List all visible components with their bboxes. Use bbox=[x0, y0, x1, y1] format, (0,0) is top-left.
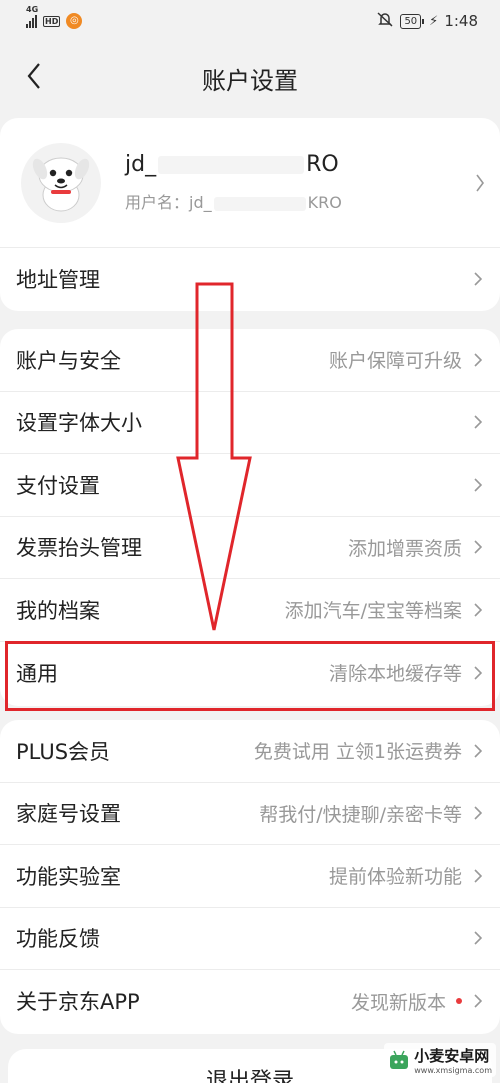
user-name: jd_ RO bbox=[125, 152, 342, 177]
row-label: PLUS会员 bbox=[16, 739, 111, 764]
row-label: 发票抬头管理 bbox=[16, 536, 142, 561]
row-label: 通用 bbox=[16, 661, 58, 686]
row-label: 功能反馈 bbox=[16, 927, 100, 952]
more-card: PLUS会员 免费试用 立领1张运费券 家庭号设置 帮我付/快捷聊/亲密卡等 功… bbox=[0, 720, 500, 1034]
chevron-right-icon bbox=[472, 537, 484, 557]
jd-mascot-icon bbox=[32, 157, 90, 211]
status-left: 4G HD ◎ bbox=[26, 5, 83, 29]
row-label: 地址管理 bbox=[16, 268, 100, 293]
row-right bbox=[472, 269, 484, 289]
status-bar: 4G HD ◎ 50 ⚡ 1:48 bbox=[0, 0, 500, 42]
new-version-dot-icon bbox=[456, 998, 462, 1005]
chevron-right-icon bbox=[472, 269, 484, 289]
row-right bbox=[472, 412, 484, 432]
charging-icon: ⚡ bbox=[429, 13, 439, 29]
payment-settings-row[interactable]: 支付设置 bbox=[0, 454, 500, 517]
row-right: 发现新版本 bbox=[351, 988, 484, 1015]
account-security-row[interactable]: 账户与安全 账户保障可升级 bbox=[0, 329, 500, 392]
row-label: 功能实验室 bbox=[16, 864, 121, 889]
user-name-suffix: RO bbox=[306, 152, 339, 177]
invoice-title-row[interactable]: 发票抬头管理 添加增票资质 bbox=[0, 517, 500, 579]
settings-card: 账户与安全 账户保障可升级 设置字体大小 支付设置 发票抬头管理 添加增票资质 … bbox=[0, 329, 500, 706]
user-name-prefix: jd_ bbox=[125, 152, 157, 177]
watermark-name: 小麦安卓网 bbox=[414, 1047, 490, 1065]
signal-icon: 4G bbox=[26, 5, 38, 28]
back-button[interactable] bbox=[14, 56, 54, 96]
feature-lab-row[interactable]: 功能实验室 提前体验新功能 bbox=[0, 845, 500, 908]
row-right: 帮我付/快捷聊/亲密卡等 bbox=[259, 800, 484, 827]
chevron-right-icon bbox=[472, 803, 484, 823]
app-notification-icon: ◎ bbox=[66, 13, 83, 29]
row-label: 家庭号设置 bbox=[16, 802, 121, 827]
general-row[interactable]: 通用 清除本地缓存等 bbox=[0, 642, 500, 705]
logout-label: 退出登录 bbox=[205, 1069, 294, 1083]
row-value: 添加汽车/宝宝等档案 bbox=[284, 600, 462, 623]
row-label: 关于京东APP bbox=[16, 990, 140, 1015]
chevron-right-icon bbox=[472, 991, 484, 1011]
page-title: 账户设置 bbox=[202, 66, 298, 95]
chevron-right-icon bbox=[472, 475, 484, 495]
row-label: 账户与安全 bbox=[16, 348, 121, 373]
watermark-logo-icon bbox=[390, 1050, 409, 1069]
hd-badge: HD bbox=[43, 15, 61, 27]
family-account-row[interactable]: 家庭号设置 帮我付/快捷聊/亲密卡等 bbox=[0, 783, 500, 845]
watermark-text: 小麦安卓网 www.xmsigma.com bbox=[414, 1045, 492, 1075]
row-value: 免费试用 立领1张运费券 bbox=[253, 741, 462, 764]
row-value: 帮我付/快捷聊/亲密卡等 bbox=[259, 803, 462, 826]
blurred-username bbox=[158, 156, 305, 174]
row-right: 账户保障可升级 bbox=[329, 346, 484, 373]
plus-member-row[interactable]: PLUS会员 免费试用 立领1张运费券 bbox=[0, 720, 500, 783]
row-right: 免费试用 立领1张运费券 bbox=[254, 737, 484, 764]
mute-bell-icon bbox=[376, 11, 394, 31]
watermark-url: www.xmsigma.com bbox=[414, 1066, 492, 1075]
chevron-right-icon bbox=[472, 741, 484, 761]
profile-card: jd_ RO 用户名：jd_ KRO 地址管理 bbox=[0, 118, 500, 311]
row-right bbox=[472, 475, 484, 495]
avatar bbox=[21, 142, 101, 223]
watermark: 小麦安卓网 www.xmsigma.com bbox=[384, 1043, 496, 1077]
row-right bbox=[472, 928, 484, 948]
chevron-right-icon bbox=[472, 600, 484, 620]
about-app-row[interactable]: 关于京东APP 发现新版本 bbox=[0, 970, 500, 1033]
battery-icon: 50 bbox=[400, 13, 424, 29]
chevron-right-icon bbox=[472, 928, 484, 948]
row-right: 添加增票资质 bbox=[348, 534, 484, 561]
blurred-user-id bbox=[213, 196, 306, 211]
row-value: 添加增票资质 bbox=[347, 537, 462, 560]
feedback-row[interactable]: 功能反馈 bbox=[0, 908, 500, 970]
row-label: 支付设置 bbox=[16, 473, 100, 498]
status-right: 50 ⚡ 1:48 bbox=[376, 11, 478, 31]
chevron-right-icon bbox=[472, 663, 484, 683]
row-right: 提前体验新功能 bbox=[329, 862, 484, 889]
chevron-right-icon bbox=[472, 866, 484, 886]
nav-bar: 账户设置 bbox=[0, 42, 500, 114]
profile-row[interactable]: jd_ RO 用户名：jd_ KRO bbox=[0, 118, 500, 248]
chevron-right-icon bbox=[474, 173, 486, 193]
user-id-prefix: 用户名：jd_ bbox=[125, 193, 212, 212]
row-right: 清除本地缓存等 bbox=[329, 659, 484, 686]
row-value: 发现新版本 bbox=[350, 991, 446, 1014]
back-arrow-icon bbox=[27, 63, 40, 89]
row-label: 设置字体大小 bbox=[16, 411, 142, 436]
profile-text: jd_ RO 用户名：jd_ KRO bbox=[125, 152, 342, 213]
row-value: 提前体验新功能 bbox=[328, 866, 462, 889]
chevron-right-icon bbox=[472, 412, 484, 432]
user-id-suffix: KRO bbox=[307, 193, 342, 212]
row-right: 添加汽车/宝宝等档案 bbox=[285, 596, 484, 623]
row-value: 账户保障可升级 bbox=[328, 350, 462, 373]
chevron-right-icon bbox=[472, 350, 484, 370]
my-profile-row[interactable]: 我的档案 添加汽车/宝宝等档案 bbox=[0, 579, 500, 642]
network-type: 4G bbox=[26, 5, 39, 14]
row-label: 我的档案 bbox=[16, 598, 100, 623]
clock: 1:48 bbox=[444, 12, 478, 30]
font-size-row[interactable]: 设置字体大小 bbox=[0, 392, 500, 454]
user-id: 用户名：jd_ KRO bbox=[125, 189, 342, 213]
row-value: 清除本地缓存等 bbox=[328, 663, 462, 686]
address-management-row[interactable]: 地址管理 bbox=[0, 248, 500, 311]
